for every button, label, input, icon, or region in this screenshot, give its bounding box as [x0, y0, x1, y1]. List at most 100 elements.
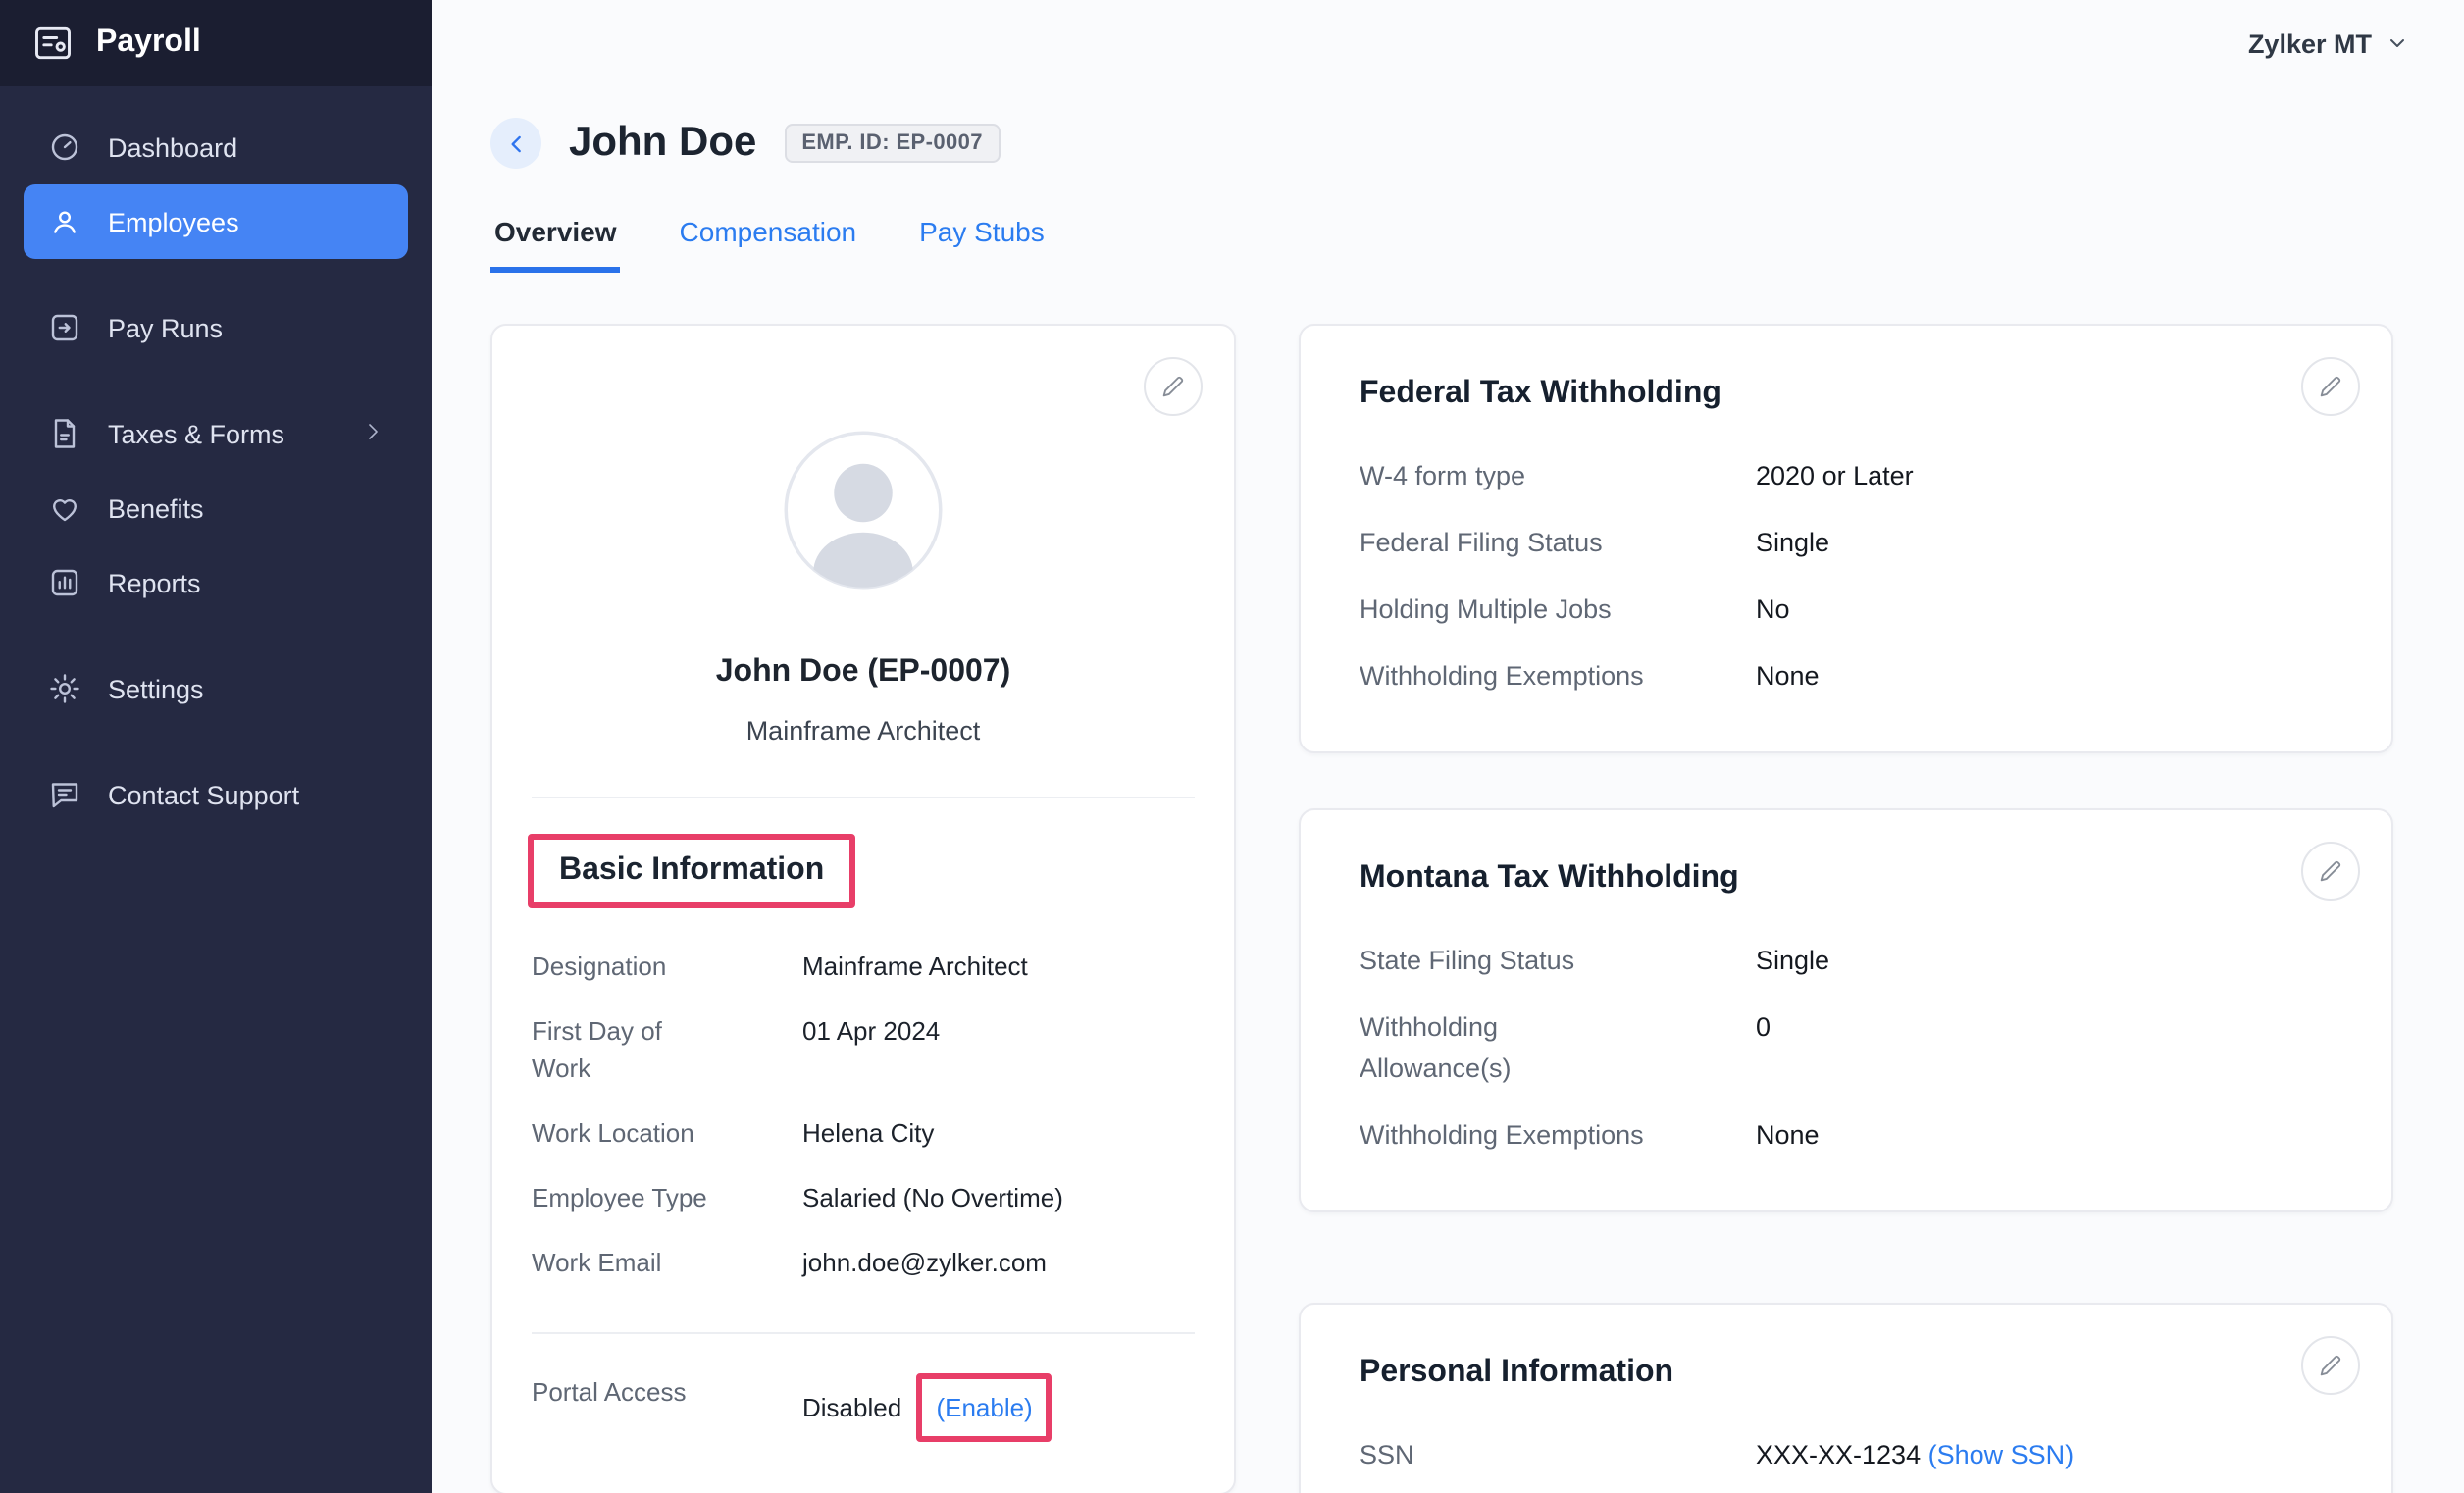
field-row-first-day: First Day of Work 01 Apr 2024 — [532, 1012, 1195, 1087]
sidebar-item-label: Benefits — [108, 493, 204, 523]
content: John Doe EMP. ID: EP-0007 Overview Compe… — [432, 86, 2464, 1493]
sidebar-item-dashboard[interactable]: Dashboard — [24, 110, 408, 184]
tab-bar: Overview Compensation Pay Stubs — [490, 204, 2393, 273]
edit-state-tax-button[interactable] — [2301, 842, 2360, 901]
page-header: John Doe EMP. ID: EP-0007 — [490, 118, 2393, 169]
field-label: Withholding Exemptions — [1360, 1114, 1709, 1156]
field-value: Helena City — [802, 1114, 1195, 1152]
field-label: Withholding Allowance(s) — [1360, 1006, 1709, 1089]
field-label: Work Location — [532, 1114, 763, 1152]
avatar — [781, 428, 946, 592]
employee-id-badge: EMP. ID: EP-0007 — [784, 124, 1001, 163]
main-area: Zylker MT John Doe EMP. ID: EP-0007 Over… — [432, 0, 2464, 1493]
field-row-federal-filing-status: Federal Filing Status Single — [1360, 522, 2333, 563]
divider — [532, 797, 1195, 798]
card-title: Federal Tax Withholding — [1360, 377, 2333, 412]
field-row-withholding-allowances: Withholding Allowance(s) 0 — [1360, 1006, 2333, 1089]
enable-portal-link[interactable]: (Enable) — [936, 1393, 1032, 1422]
chevron-right-icon — [361, 419, 385, 448]
chevron-down-icon — [2386, 31, 2409, 55]
tab-pay-stubs[interactable]: Pay Stubs — [915, 204, 1049, 273]
reports-icon — [47, 565, 82, 600]
employee-name: John Doe (EP-0007) — [532, 655, 1195, 691]
sidebar-item-reports[interactable]: Reports — [24, 545, 408, 620]
field-value: Single — [1756, 522, 2333, 563]
field-label: Designation — [532, 948, 763, 985]
sidebar-item-contact-support[interactable]: Contact Support — [24, 757, 408, 832]
field-row-designation: Designation Mainframe Architect — [532, 948, 1195, 985]
employee-profile-card: John Doe (EP-0007) Mainframe Architect B… — [490, 324, 1236, 1493]
sidebar-item-label: Reports — [108, 568, 201, 597]
edit-profile-button[interactable] — [1144, 357, 1203, 416]
payroll-logo-icon — [31, 22, 75, 65]
section-title: Basic Information — [559, 853, 824, 889]
pencil-icon — [2317, 1352, 2344, 1379]
field-value: No — [1756, 589, 2333, 630]
field-row-state-filing-status: State Filing Status Single — [1360, 940, 2333, 981]
field-label: State Filing Status — [1360, 940, 1709, 981]
field-row-federal-exemptions: Withholding Exemptions None — [1360, 655, 2333, 696]
field-row-multiple-jobs: Holding Multiple Jobs No — [1360, 589, 2333, 630]
federal-tax-card: Federal Tax Withholding W-4 form type 20… — [1299, 324, 2393, 753]
tab-compensation[interactable]: Compensation — [676, 204, 861, 273]
taxes-forms-icon — [47, 416, 82, 451]
sidebar: Payroll Dashboard Employees Pay Runs — [0, 0, 432, 1493]
basic-information-fields: Designation Mainframe Architect First Da… — [532, 948, 1195, 1281]
federal-tax-fields: W-4 form type 2020 or Later Federal Fili… — [1360, 455, 2333, 696]
pencil-icon — [2317, 857, 2344, 885]
edit-federal-tax-button[interactable] — [2301, 357, 2360, 416]
content-columns: John Doe (EP-0007) Mainframe Architect B… — [490, 324, 2393, 1493]
chevron-left-icon — [503, 130, 529, 156]
sidebar-item-taxes-forms[interactable]: Taxes & Forms — [24, 396, 408, 471]
field-row-work-email: Work Email john.doe@zylker.com — [532, 1244, 1195, 1281]
sidebar-item-settings[interactable]: Settings — [24, 651, 408, 726]
settings-icon — [47, 671, 82, 706]
field-label: SSN — [1360, 1434, 1709, 1475]
org-selector[interactable]: Zylker MT — [2248, 28, 2409, 58]
field-row-state-exemptions: Withholding Exemptions None — [1360, 1114, 2333, 1156]
field-row-ssn: SSN XXX-XX-1234 (Show SSN) — [1360, 1434, 2333, 1475]
field-value: Single — [1756, 940, 2333, 981]
pencil-icon — [2317, 373, 2344, 400]
sidebar-item-pay-runs[interactable]: Pay Runs — [24, 290, 408, 365]
portal-access-row: Portal Access Disabled (Enable) — [532, 1373, 1195, 1442]
sidebar-item-employees[interactable]: Employees — [24, 184, 408, 259]
field-label: Portal Access — [532, 1373, 763, 1411]
org-name: Zylker MT — [2248, 28, 2372, 58]
field-label: Withholding Exemptions — [1360, 655, 1709, 696]
field-row-work-location: Work Location Helena City — [532, 1114, 1195, 1152]
field-label: Federal Filing Status — [1360, 522, 1709, 563]
field-value: 0 — [1756, 1006, 2333, 1048]
basic-information-annotation: Basic Information — [528, 834, 855, 908]
field-value: john.doe@zylker.com — [802, 1244, 1195, 1281]
app-title: Payroll — [96, 26, 201, 61]
topbar: Zylker MT — [432, 0, 2464, 86]
field-label: Work Email — [532, 1244, 763, 1281]
employee-designation: Mainframe Architect — [532, 716, 1195, 746]
field-value: None — [1756, 1114, 2333, 1156]
contact-support-icon — [47, 777, 82, 812]
state-tax-fields: State Filing Status Single Withholding A… — [1360, 940, 2333, 1156]
app-logo: Payroll — [0, 0, 432, 86]
sidebar-item-label: Pay Runs — [108, 313, 223, 342]
field-value: 01 Apr 2024 — [802, 1012, 1195, 1050]
field-label: W-4 form type — [1360, 455, 1709, 496]
card-title: Montana Tax Withholding — [1360, 861, 2333, 897]
ssn-masked: XXX-XX-1234 — [1756, 1440, 1921, 1469]
tab-overview[interactable]: Overview — [490, 204, 621, 273]
app-window: Payroll Dashboard Employees Pay Runs — [0, 0, 2464, 1493]
enable-link-annotation: (Enable) — [916, 1373, 1052, 1442]
page-title: John Doe — [569, 120, 756, 167]
sidebar-item-label: Contact Support — [108, 780, 299, 809]
sidebar-item-benefits[interactable]: Benefits — [24, 471, 408, 545]
edit-personal-info-button[interactable] — [2301, 1336, 2360, 1395]
sidebar-item-label: Dashboard — [108, 132, 237, 162]
show-ssn-link[interactable]: (Show SSN) — [1928, 1440, 2075, 1469]
back-button[interactable] — [490, 118, 541, 169]
state-tax-card: Montana Tax Withholding State Filing Sta… — [1299, 808, 2393, 1212]
sidebar-nav: Dashboard Employees Pay Runs Taxes & For… — [0, 86, 432, 855]
portal-access-value: Disabled (Enable) — [802, 1373, 1195, 1442]
field-label: First Day of Work — [532, 1012, 763, 1087]
card-title: Personal Information — [1360, 1356, 2333, 1391]
field-value: Salaried (No Overtime) — [802, 1179, 1195, 1216]
